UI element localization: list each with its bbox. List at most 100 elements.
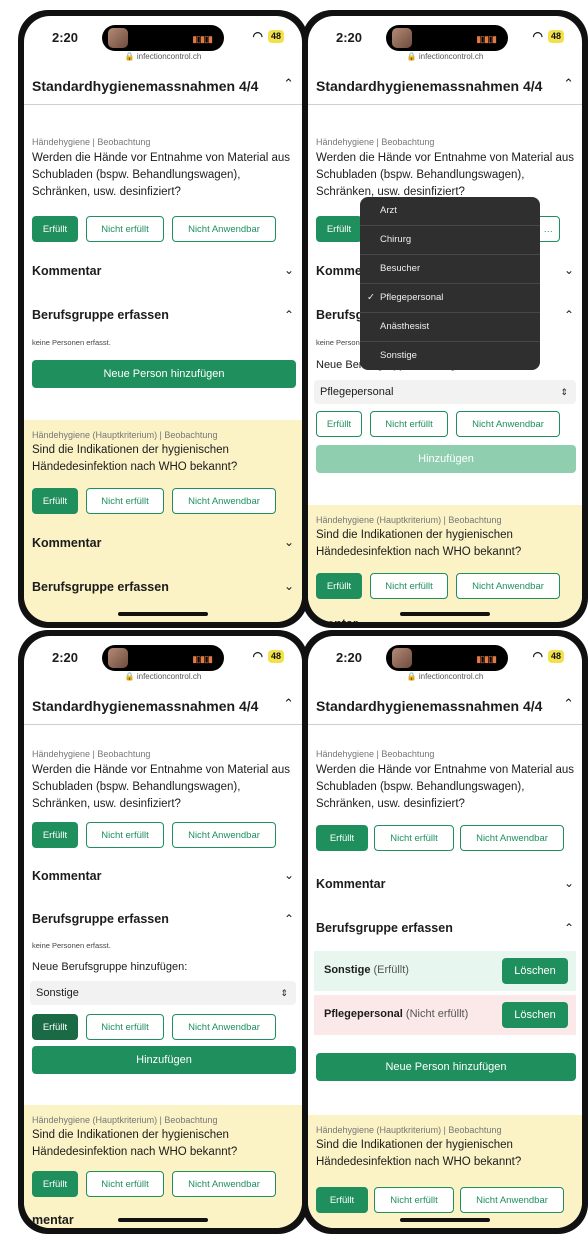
- chevron-up-icon[interactable]: ⌃: [564, 308, 574, 322]
- fulfilled-button[interactable]: Erfüllt: [32, 1171, 78, 1197]
- chevron-down-icon[interactable]: ⌄: [284, 263, 294, 277]
- section-header[interactable]: Standardhygienemassnahmen 4/4 ⌃: [308, 64, 582, 105]
- clock: 2:20: [336, 650, 363, 665]
- person-label: Sonstige (Erfüllt): [324, 964, 409, 976]
- home-indicator: [118, 1218, 208, 1222]
- question-text: Sind die Indikationen der hygienischen H…: [316, 529, 522, 558]
- chevron-down-icon[interactable]: ⌄: [284, 535, 294, 549]
- chevron-down-icon[interactable]: ⌄: [284, 868, 294, 882]
- question-category: Händehygiene | Beobachtung: [32, 137, 151, 147]
- menu-option-chirurg[interactable]: Chirurg: [360, 226, 540, 255]
- section-header[interactable]: Standardhygienemassnahmen 4/4 ⌃: [24, 684, 302, 725]
- question-text: Sind die Indikationen der hygienischen H…: [32, 444, 238, 473]
- url-bar[interactable]: 🔒 infectioncontrol.ch: [24, 52, 302, 61]
- not-fulfilled-button[interactable]: Nicht erfüllt: [370, 411, 448, 437]
- not-fulfilled-button[interactable]: Nicht erfüllt: [370, 573, 448, 599]
- option-label: Arzt: [380, 205, 397, 216]
- question-text: Werden die Hände vor Entnahme von Materi…: [316, 152, 575, 198]
- menu-option-anaesthesist[interactable]: Anästhesist: [360, 313, 540, 342]
- comment-section[interactable]: Kommentar: [32, 536, 101, 550]
- comment-section[interactable]: Kommentar: [32, 264, 101, 278]
- fulfilled-button[interactable]: Erfüllt: [32, 822, 78, 848]
- not-applicable-button[interactable]: Nicht Anwendbar: [172, 1014, 276, 1040]
- comment-section[interactable]: mentar: [316, 617, 358, 622]
- chevron-up-icon[interactable]: ⌃: [284, 912, 294, 926]
- comment-section[interactable]: Kommentar: [316, 877, 385, 891]
- media-thumbnail: [392, 648, 412, 668]
- not-fulfilled-button[interactable]: Nicht erfüllt: [374, 1187, 454, 1213]
- not-applicable-button[interactable]: Nicht Anwendbar: [460, 1187, 564, 1213]
- select-value: Sonstige: [36, 987, 79, 999]
- home-indicator: [400, 612, 490, 616]
- chevron-up-icon[interactable]: ⌃: [283, 696, 294, 712]
- occupation-section[interactable]: Berufsgruppe erfassen: [32, 308, 169, 322]
- occupation-select[interactable]: Sonstige ⇕: [30, 981, 296, 1005]
- menu-option-sonstige[interactable]: Sonstige: [360, 342, 540, 370]
- fulfilled-button[interactable]: Erfüllt: [316, 411, 362, 437]
- not-fulfilled-button[interactable]: Nicht erfüllt: [86, 488, 164, 514]
- not-applicable-button[interactable]: Nicht Anwendbar: [172, 488, 276, 514]
- occupation-dropdown-menu: Arzt Chirurg Besucher ✓ Pflegepersonal An…: [360, 197, 540, 370]
- menu-option-arzt[interactable]: Arzt: [360, 197, 540, 226]
- fulfilled-button[interactable]: Erfüllt: [32, 216, 78, 242]
- not-fulfilled-button[interactable]: Nicht erfüllt: [86, 822, 164, 848]
- fulfilled-button[interactable]: Erfüllt: [32, 1014, 78, 1040]
- chevron-up-icon[interactable]: ⌃: [284, 308, 294, 322]
- menu-option-pflegepersonal[interactable]: ✓ Pflegepersonal: [360, 284, 540, 313]
- screen: 2:20 ▮▯▮▯▮ ◠ 48 🔒 infectioncontrol.ch Sta…: [24, 16, 302, 622]
- url-bar[interactable]: 🔒 infectioncontrol.ch: [308, 672, 582, 681]
- occupation-select[interactable]: Pflegepersonal ⇕: [314, 380, 576, 404]
- comment-section[interactable]: mentar: [32, 1213, 74, 1227]
- updown-icon: ⇕: [280, 988, 288, 998]
- person-status: (Erfüllt): [373, 964, 409, 976]
- add-person-button[interactable]: Neue Person hinzufügen: [316, 1053, 576, 1081]
- add-button[interactable]: Hinzufügen: [32, 1046, 296, 1074]
- fulfilled-button[interactable]: Erfüllt: [316, 573, 362, 599]
- media-thumbnail: [108, 28, 128, 48]
- chevron-down-icon[interactable]: ⌄: [564, 263, 574, 277]
- not-applicable-button[interactable]: Nicht Anwendbar: [172, 822, 276, 848]
- occupation-section[interactable]: Berufsgruppe erfassen: [316, 921, 453, 935]
- not-applicable-button[interactable]: Nicht Anwendbar: [172, 216, 276, 242]
- not-fulfilled-button[interactable]: Nicht erfüllt: [374, 825, 454, 851]
- status-bar: 2:20 ▮▯▮▯▮ ◠ 48: [308, 636, 582, 671]
- phone-panel-2: 2:20 ▮▯▮▯▮ ◠ 48 🔒 infectioncontrol.ch Sta…: [302, 10, 588, 628]
- section-header[interactable]: Standardhygienemassnahmen 4/4 ⌃: [24, 64, 302, 105]
- section-header[interactable]: Standardhygienemassnahmen 4/4 ⌃: [308, 684, 582, 725]
- option-label: Besucher: [380, 263, 421, 274]
- not-applicable-button[interactable]: Nicht Anwendbar: [460, 825, 564, 851]
- updown-icon: ⇕: [560, 387, 568, 397]
- not-fulfilled-button[interactable]: Nicht erfüllt: [86, 216, 164, 242]
- url-bar[interactable]: 🔒 infectioncontrol.ch: [24, 672, 302, 681]
- fulfilled-button[interactable]: Erfüllt: [316, 1187, 368, 1213]
- chevron-up-icon[interactable]: ⌃: [563, 696, 574, 712]
- question-category: Händehygiene (Hauptkriterium) | Beobacht…: [316, 515, 502, 525]
- fulfilled-button[interactable]: Erfüllt: [316, 825, 368, 851]
- url-bar[interactable]: 🔒 infectioncontrol.ch: [308, 52, 582, 61]
- person-name: Pflegepersonal: [324, 1008, 403, 1020]
- not-applicable-button[interactable]: Nicht Anwendbar: [172, 1171, 276, 1197]
- not-fulfilled-button[interactable]: Nicht erfüllt: [86, 1014, 164, 1040]
- comment-section[interactable]: Kommentar: [32, 869, 101, 883]
- delete-button[interactable]: Löschen: [502, 958, 568, 984]
- menu-option-besucher[interactable]: Besucher: [360, 255, 540, 284]
- add-person-button[interactable]: Neue Person hinzufügen: [32, 360, 296, 388]
- fulfilled-button[interactable]: Erfüllt: [32, 488, 78, 514]
- occupation-section[interactable]: Berufsgruppe erfassen: [32, 580, 169, 594]
- add-button[interactable]: Hinzufügen: [316, 445, 576, 473]
- question-text: Werden die Hände vor Entnahme von Materi…: [316, 764, 575, 810]
- not-applicable-button[interactable]: Nicht Anwendbar: [456, 411, 560, 437]
- delete-button[interactable]: Löschen: [502, 1002, 568, 1028]
- chevron-down-icon[interactable]: ⌄: [284, 579, 294, 593]
- chevron-down-icon[interactable]: ⌄: [564, 876, 574, 890]
- question-text: Sind die Indikationen der hygienischen H…: [32, 1129, 238, 1158]
- chevron-up-icon[interactable]: ⌃: [564, 921, 574, 935]
- chevron-up-icon[interactable]: ⌃: [283, 76, 294, 92]
- option-label: Sonstige: [380, 350, 417, 361]
- not-fulfilled-button[interactable]: Nicht erfüllt: [86, 1171, 164, 1197]
- person-name: Sonstige: [324, 964, 371, 976]
- occupation-section[interactable]: Berufsgruppe erfassen: [32, 912, 169, 926]
- not-applicable-button[interactable]: Nicht Anwendbar: [456, 573, 560, 599]
- chevron-up-icon[interactable]: ⌃: [563, 76, 574, 92]
- fulfilled-button[interactable]: Erfüllt: [316, 216, 362, 242]
